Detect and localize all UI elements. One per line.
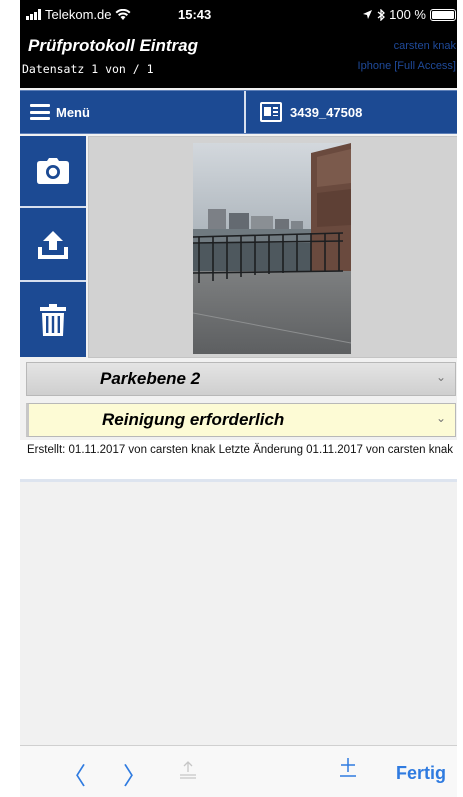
signal-icon: [26, 9, 41, 20]
record-id-label: 3439_47508: [290, 104, 363, 120]
trash-icon: [40, 304, 66, 336]
user-name: carsten knak: [393, 40, 456, 52]
carrier-info: Telekom.de: [26, 7, 131, 22]
battery-icon: [430, 8, 456, 21]
record-counter: Datensatz 1 von / 1: [22, 62, 154, 76]
record-id-button[interactable]: 3439_47508: [248, 91, 460, 133]
camera-icon: [37, 158, 69, 184]
wifi-icon: [115, 8, 131, 20]
delete-button[interactable]: [20, 284, 86, 356]
device-frame-right: [457, 0, 463, 797]
battery-percent: 100 %: [389, 7, 426, 22]
share-button[interactable]: [178, 760, 198, 786]
page-title: Prüfprotokoll Eintrag: [28, 36, 198, 55]
header-bar: Telekom.de 15:43 100 % Prüfprotokoll Ein…: [20, 0, 460, 88]
status-bar: Telekom.de 15:43 100 %: [26, 6, 456, 26]
upload-button[interactable]: [20, 210, 86, 282]
carrier-name: Telekom.de: [45, 7, 112, 22]
bottom-toolbar: 〈 〉 Fertig: [20, 745, 460, 797]
next-button[interactable]: 〉: [123, 756, 147, 791]
app-screen: Telekom.de 15:43 100 % Prüfprotokoll Ein…: [20, 0, 460, 797]
nav-bar: Menü 3439_47508: [20, 90, 460, 134]
camera-button[interactable]: [20, 136, 86, 208]
device-frame-left: [0, 0, 20, 797]
menu-label: Menü: [56, 104, 90, 120]
location-dropdown[interactable]: Parkebene 2 ⌄: [26, 362, 456, 396]
record-card-icon: [260, 102, 282, 122]
menu-button[interactable]: Menü: [20, 91, 246, 133]
chevron-down-icon: ⌄: [435, 370, 446, 384]
access-level: Iphone [Full Access]: [357, 60, 456, 72]
status-right: 100 %: [362, 7, 456, 22]
chevron-down-icon: ⌄: [435, 411, 446, 425]
plus-icon: [340, 758, 356, 777]
done-button[interactable]: Fertig: [396, 763, 446, 784]
status-dropdown[interactable]: Reinigung erforderlich ⌄: [26, 403, 456, 437]
inspection-photo[interactable]: [193, 143, 351, 354]
hamburger-icon: [30, 104, 50, 120]
location-value: Parkebene 2: [100, 369, 201, 388]
location-arrow-icon: [363, 10, 373, 19]
upload-arrow-icon: [180, 761, 196, 779]
upload-icon: [38, 231, 68, 259]
image-panel: [88, 136, 458, 358]
previous-button[interactable]: 〈: [62, 756, 86, 791]
photo-illustration: [193, 143, 351, 354]
action-column: [20, 136, 86, 357]
clock: 15:43: [178, 7, 212, 22]
status-value: Reinigung erforderlich: [102, 410, 285, 429]
bluetooth-icon: [377, 8, 386, 21]
add-button[interactable]: [337, 756, 359, 785]
created-modified-info: Erstellt: 01.11.2017 von carsten knak Le…: [27, 444, 453, 456]
